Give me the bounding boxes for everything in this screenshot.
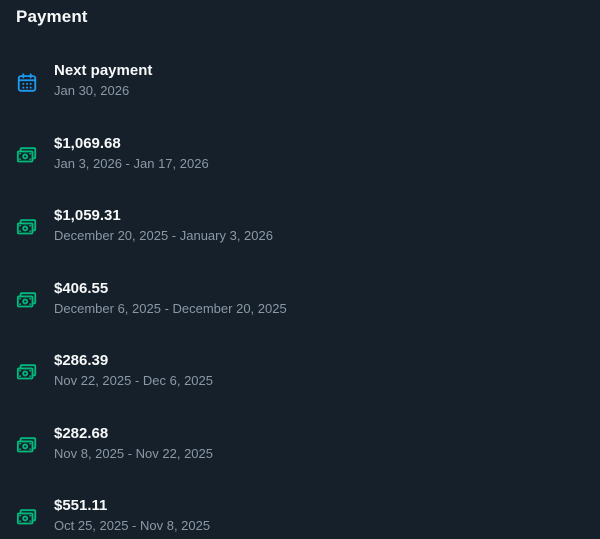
payment-amount: $282.68 — [54, 425, 109, 442]
payment-item: $1,059.31 December 20, 2025 - January 3,… — [0, 207, 600, 267]
payment-text: $551.11 Oct 25, 2025 - Nov 8, 2025 — [54, 497, 210, 534]
payment-amount: $286.39 — [54, 352, 109, 369]
next-payment-label: Next payment — [54, 62, 153, 79]
payment-text: $406.55 December 6, 2025 - December 20, … — [54, 280, 287, 317]
money-icon — [16, 219, 37, 235]
payment-text: $1,059.31 December 20, 2025 - January 3,… — [54, 207, 273, 244]
payment-period: Nov 22, 2025 - Dec 6, 2025 — [54, 373, 213, 388]
payment-amount: $1,059.31 — [54, 207, 121, 224]
calendar-icon — [17, 73, 37, 92]
payment-amount: $1,069.68 — [54, 135, 121, 152]
next-payment-item: Next payment Jan 30, 2026 — [0, 62, 600, 122]
payment-text: $286.39 Nov 22, 2025 - Dec 6, 2025 — [54, 352, 213, 389]
payment-item: $406.55 December 6, 2025 - December 20, … — [0, 280, 600, 340]
payment-period: Jan 3, 2026 - Jan 17, 2026 — [54, 156, 209, 171]
payment-item: $551.11 Oct 25, 2025 - Nov 8, 2025 — [0, 497, 600, 539]
payment-period: Nov 8, 2025 - Nov 22, 2025 — [54, 446, 213, 461]
payment-panel: Payment Next payment Jan 30, 2026 $1,069… — [0, 0, 600, 539]
money-icon — [16, 509, 37, 525]
payment-period: Oct 25, 2025 - Nov 8, 2025 — [54, 518, 211, 533]
payment-item: $1,069.68 Jan 3, 2026 - Jan 17, 2026 — [0, 135, 600, 195]
payment-period: December 20, 2025 - January 3, 2026 — [54, 228, 273, 243]
money-icon — [16, 292, 37, 308]
payment-item: $282.68 Nov 8, 2025 - Nov 22, 2025 — [0, 425, 600, 485]
payment-text: $1,069.68 Jan 3, 2026 - Jan 17, 2026 — [54, 135, 209, 172]
payment-amount: $406.55 — [54, 280, 109, 297]
payment-text: $282.68 Nov 8, 2025 - Nov 22, 2025 — [54, 425, 213, 462]
next-payment-text: Next payment Jan 30, 2026 — [54, 62, 152, 99]
payment-period: December 6, 2025 - December 20, 2025 — [54, 301, 287, 316]
page-title: Payment — [16, 7, 88, 26]
money-icon — [16, 147, 37, 163]
money-icon — [16, 437, 37, 453]
money-icon — [16, 364, 37, 380]
payment-item: $286.39 Nov 22, 2025 - Dec 6, 2025 — [0, 352, 600, 412]
payment-amount: $551.11 — [54, 497, 108, 514]
next-payment-date: Jan 30, 2026 — [54, 83, 130, 98]
